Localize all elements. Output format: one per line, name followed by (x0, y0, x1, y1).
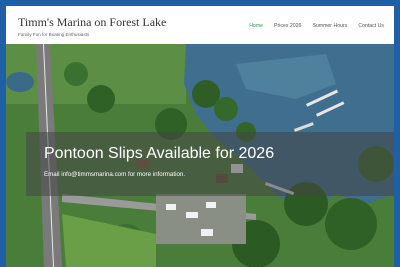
hero-title: Pontoon Slips Available for 2026 (44, 145, 275, 162)
nav-item-home[interactable]: Home (249, 23, 263, 29)
site-header: Timm's Marina on Forest Lake Family Fun … (6, 6, 394, 44)
nav-item-summer-hours[interactable]: Summer Hours (312, 23, 347, 29)
site-tagline: Family Fun for Boating Enthusiasts (18, 32, 90, 37)
hero-banner: Pontoon Slips Available for 2026 Email i… (6, 44, 394, 267)
nav-item-prices[interactable]: Prices 2026 (274, 23, 301, 29)
main-nav: Home Prices 2026 Summer Hours Contact Us (249, 23, 384, 29)
page-frame: Timm's Marina on Forest Lake Family Fun … (6, 6, 394, 267)
nav-item-contact[interactable]: Contact Us (358, 23, 384, 29)
hero-overlay (26, 132, 394, 196)
site-title[interactable]: Timm's Marina on Forest Lake (18, 15, 166, 30)
hero-subtitle: Email info@timmsmarina.com for more info… (44, 171, 186, 178)
